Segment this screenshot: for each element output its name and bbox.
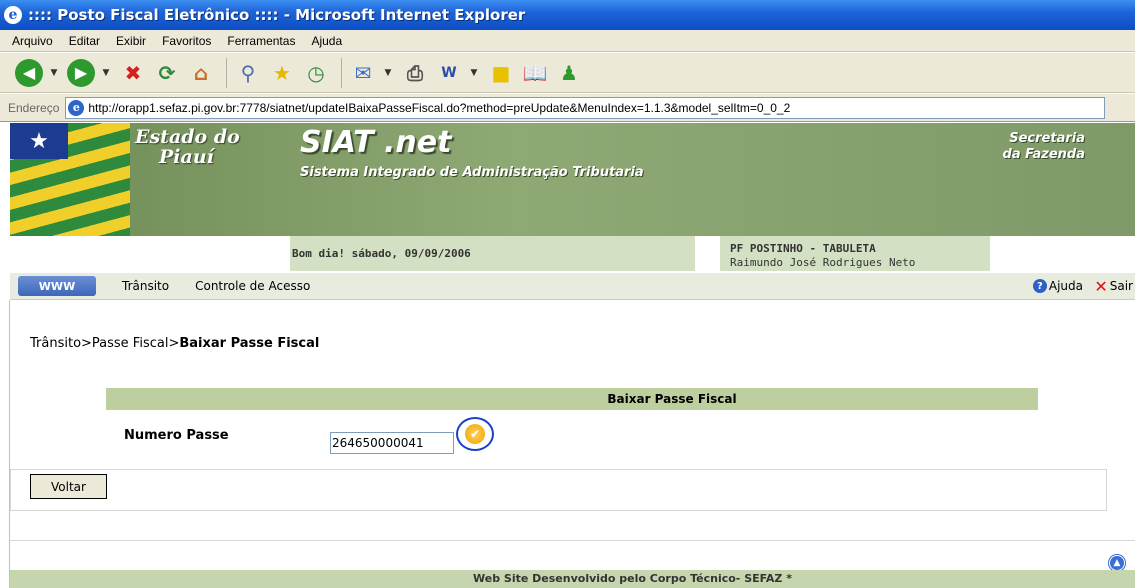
help-icon: ? [1032, 279, 1047, 293]
exit-label: Sair [1109, 279, 1133, 293]
siat-subtitle: Sistema Integrado de Administração Tribu… [300, 165, 644, 180]
www-label: WWW [38, 279, 76, 293]
mail-icon[interactable]: ✉ [348, 58, 378, 88]
exit-link[interactable]: ✕ Sair [1094, 277, 1133, 296]
piaui-flag: ★ [10, 123, 130, 236]
form-title: Baixar Passe Fiscal [106, 388, 1038, 410]
ie-icon: e [4, 6, 22, 24]
stop-icon[interactable]: ✖ [118, 58, 148, 88]
address-url[interactable]: http://orapp1.sefaz.pi.gov.br:7778/siatn… [88, 101, 790, 115]
back-icon[interactable]: ◀ [14, 58, 44, 88]
estado-title: Estado do Piauí [135, 127, 240, 167]
refresh-icon[interactable]: ⟳ [152, 58, 182, 88]
breadcrumb-prefix: Trânsito>Passe Fiscal> [30, 336, 180, 351]
estado-line1: Estado do [135, 126, 240, 148]
word-dropdown-icon[interactable]: ▼ [468, 68, 480, 78]
numero-passe-input[interactable] [330, 432, 454, 454]
messenger-icon[interactable]: ♟ [554, 58, 584, 88]
forward-icon[interactable]: ▶ [66, 58, 96, 88]
footer-spacer [10, 540, 1135, 570]
menu-arquivo[interactable]: Arquivo [12, 34, 53, 48]
www-button[interactable]: WWW [18, 276, 96, 296]
history-icon[interactable]: ◷ [301, 58, 331, 88]
secretaria-title: Secretaria da Fazenda [1003, 131, 1085, 163]
nav-item-transito[interactable]: Trânsito [122, 279, 169, 293]
check-icon: ✔ [465, 424, 485, 444]
siat-title: SIAT .net [300, 125, 452, 160]
window-titlebar: e :::: Posto Fiscal Eletrônico :::: - Mi… [0, 0, 1135, 30]
footer-credit: Web Site Desenvolvido pelo Corpo Técnico… [10, 570, 1135, 588]
banner-info-row: Bom dia! sábado, 09/09/2006 PF POSTINHO … [10, 236, 1135, 271]
forward-dropdown-icon[interactable]: ▼ [100, 68, 112, 78]
address-input[interactable]: e http://orapp1.sefaz.pi.gov.br:7778/sia… [65, 96, 1106, 119]
menu-exibir[interactable]: Exibir [116, 34, 146, 48]
voltar-button[interactable]: Voltar [30, 474, 107, 499]
breadcrumb: Trânsito>Passe Fiscal>Baixar Passe Fisca… [30, 336, 319, 351]
menu-favoritos[interactable]: Favoritos [162, 34, 211, 48]
notes-icon[interactable]: ■ [486, 58, 516, 88]
flag-star-icon: ★ [10, 123, 68, 159]
greeting: Bom dia! sábado, 09/09/2006 [290, 236, 695, 271]
breadcrumb-current: Baixar Passe Fiscal [179, 336, 320, 351]
estado-line2: Piauí [159, 146, 214, 168]
menu-bar: Arquivo Editar Exibir Favoritos Ferramen… [0, 30, 1135, 52]
browser-toolbar: ◀ ▼ ▶ ▼ ✖ ⟳ ⌂ ⚲ ★ ◷ ✉ ▼ ⎙ W ▼ ■ 📖 ♟ [0, 53, 1135, 93]
back-dropdown-icon[interactable]: ▼ [48, 68, 60, 78]
menu-ferramentas[interactable]: Ferramentas [227, 34, 295, 48]
close-icon: ✕ [1094, 276, 1108, 296]
menu-editar[interactable]: Editar [69, 34, 100, 48]
toolbar-separator [341, 57, 342, 88]
post-info: PF POSTINHO - TABULETA Raimundo José Rod… [720, 236, 990, 271]
secretaria-line1: Secretaria [1009, 131, 1085, 146]
menu-ajuda[interactable]: Ajuda [311, 34, 342, 48]
help-label: Ajuda [1048, 279, 1083, 293]
post-name: PF POSTINHO - TABULETA [730, 242, 876, 255]
site-banner: ★ Estado do Piauí SIAT .net Sistema Inte… [10, 123, 1135, 271]
home-icon[interactable]: ⌂ [186, 58, 216, 88]
toolbar-separator [226, 57, 227, 88]
print-icon[interactable]: ⎙ [400, 58, 430, 88]
window-title: :::: Posto Fiscal Eletrônico :::: - Micr… [28, 6, 526, 24]
main-nav: WWW Trânsito Controle de Acesso ? Ajuda … [10, 273, 1135, 300]
user-name: Raimundo José Rodrigues Neto [730, 256, 916, 269]
search-icon[interactable]: ⚲ [233, 58, 263, 88]
page-icon: e [68, 99, 85, 116]
address-bar: Endereço e http://orapp1.sefaz.pi.gov.br… [0, 94, 1135, 122]
favorites-icon[interactable]: ★ [267, 58, 297, 88]
numero-passe-label: Numero Passe [124, 428, 229, 443]
secretaria-line2: da Fazenda [1002, 147, 1085, 162]
research-icon[interactable]: 📖 [520, 58, 550, 88]
button-row [10, 469, 1107, 511]
nav-item-controle-acesso[interactable]: Controle de Acesso [195, 279, 310, 293]
address-label: Endereço [8, 100, 60, 115]
banner-top: ★ Estado do Piauí SIAT .net Sistema Inte… [10, 123, 1135, 236]
help-link[interactable]: ? Ajuda [1032, 279, 1083, 293]
word-icon[interactable]: W [434, 58, 464, 88]
confirm-button[interactable]: ✔ [456, 417, 494, 451]
scroll-top-icon[interactable]: ▲ [1109, 555, 1125, 571]
mail-dropdown-icon[interactable]: ▼ [382, 68, 394, 78]
